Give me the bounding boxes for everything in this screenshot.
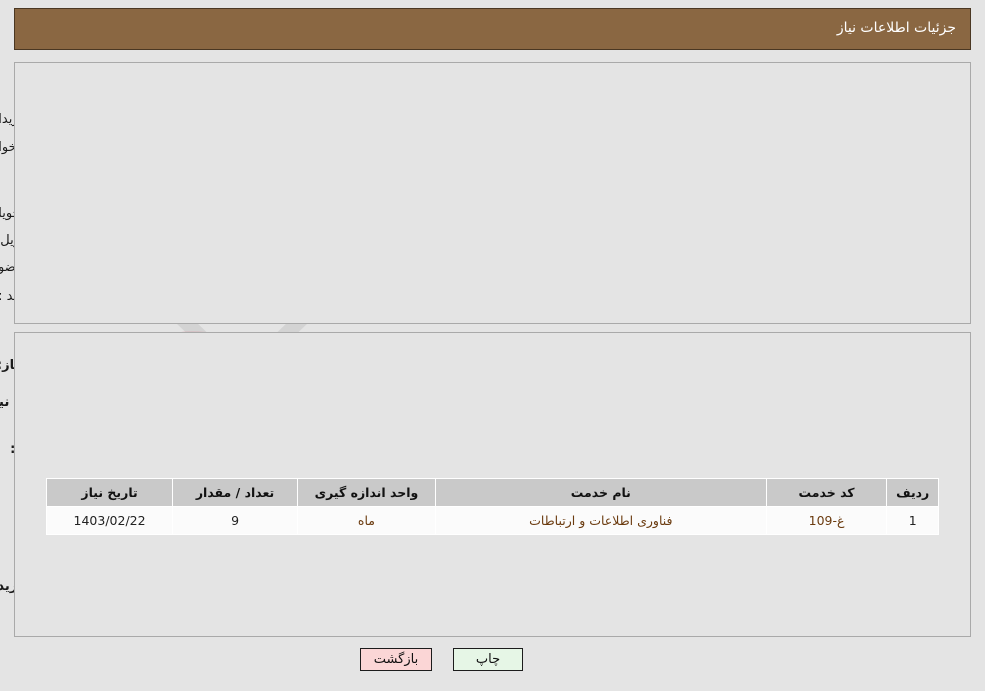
table-cell-3: ماه: [297, 506, 436, 535]
table-cell-1: غ-109: [765, 506, 888, 535]
table-body: 1 غ-109 فناوری اطلاعات و ارتباطات ماه 9 1403/…: [45, 506, 939, 535]
page-title: جزئیات اطلاعات نیاز: [836, 20, 956, 36]
print-button[interactable]: چاپ: [453, 648, 523, 671]
table-cell-5: 1403/02/22: [45, 506, 174, 535]
table-column-header-1: کد خدمت: [765, 478, 888, 507]
table-column-header-2: نام خدمت: [434, 478, 767, 507]
need-summary-panel: [14, 62, 971, 324]
table-cell-4: 9: [172, 506, 299, 535]
table-cell-0: 1: [886, 506, 939, 535]
table-column-header-3: واحد اندازه گیری: [297, 478, 436, 507]
table-column-header-4: تعداد / مقدار: [172, 478, 299, 507]
page-root: AnaTender.net جزئیات اطلاعات نیاز شماره …: [0, 0, 985, 691]
services-table: ردیف کد خدمت نام خدمت واحد اندازه گیری تعداد…: [45, 478, 939, 535]
table-header-row: ردیف کد خدمت نام خدمت واحد اندازه گیری تعداد…: [45, 478, 939, 507]
table-cell-2: فناوری اطلاعات و ارتباطات: [434, 506, 767, 535]
back-button[interactable]: بازگشت: [360, 648, 432, 671]
table-column-header-0: ردیف: [886, 478, 939, 507]
table-row[interactable]: 1 غ-109 فناوری اطلاعات و ارتباطات ماه 9 1403/…: [45, 506, 939, 535]
page-header-bar: جزئیات اطلاعات نیاز: [14, 8, 971, 50]
table-column-header-5: تاریخ نیاز: [45, 478, 174, 507]
